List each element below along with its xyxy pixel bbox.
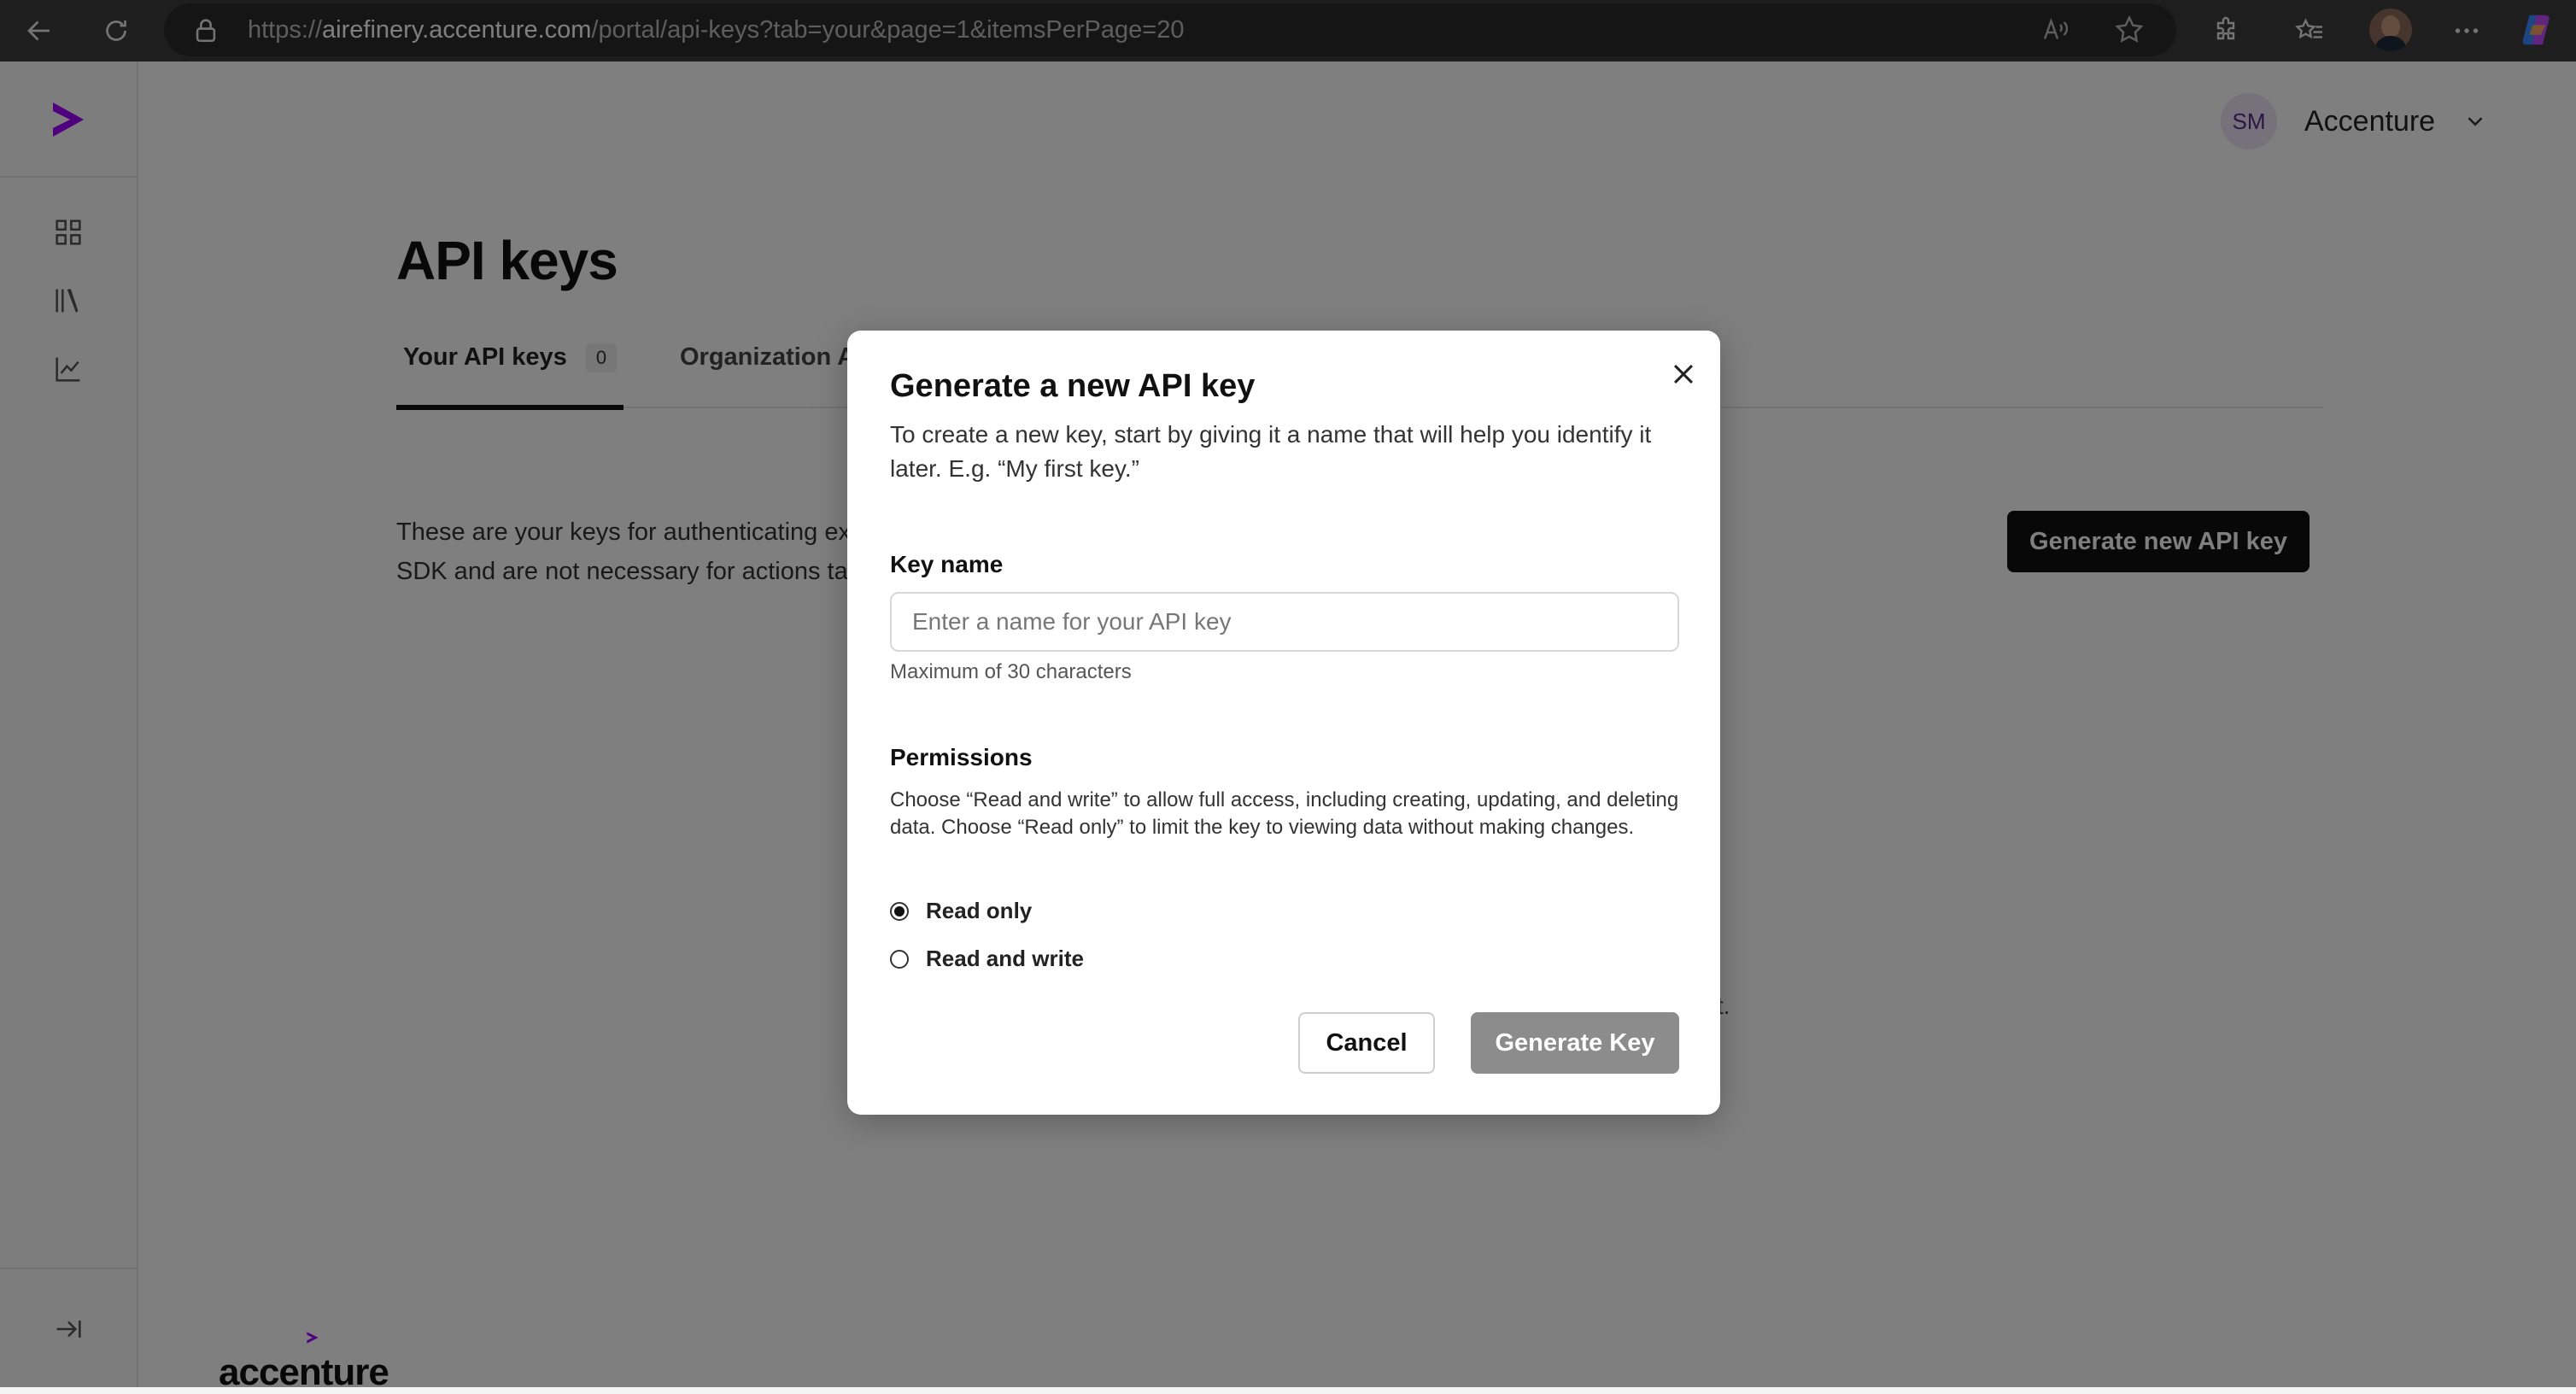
radio-read-and-write[interactable]: Read and write — [890, 946, 1084, 972]
dialog-description: To create a new key, start by giving it … — [890, 421, 1652, 482]
radio-button[interactable] — [890, 949, 909, 969]
radio-read-only[interactable]: Read only — [890, 898, 1032, 924]
key-name-label: Key name — [890, 551, 1004, 577]
close-icon[interactable] — [1669, 360, 1698, 389]
key-name-input[interactable] — [890, 592, 1679, 652]
radio-label[interactable]: Read and write — [926, 946, 1084, 972]
permissions-label: Permissions — [890, 744, 1033, 770]
dialog-title: Generate a new API key — [890, 368, 1256, 404]
key-name-hint: Maximum of 30 characters — [890, 660, 1132, 683]
radio-button-checked[interactable] — [890, 901, 909, 921]
permissions-description: Choose “Read and write” to allow full ac… — [890, 788, 1679, 839]
radio-label[interactable]: Read only — [926, 898, 1032, 924]
cancel-button[interactable]: Cancel — [1298, 1012, 1435, 1074]
generate-api-key-dialog: Generate a new API key To create a new k… — [847, 331, 1720, 1115]
generate-key-button[interactable]: Generate Key — [1471, 1012, 1679, 1074]
